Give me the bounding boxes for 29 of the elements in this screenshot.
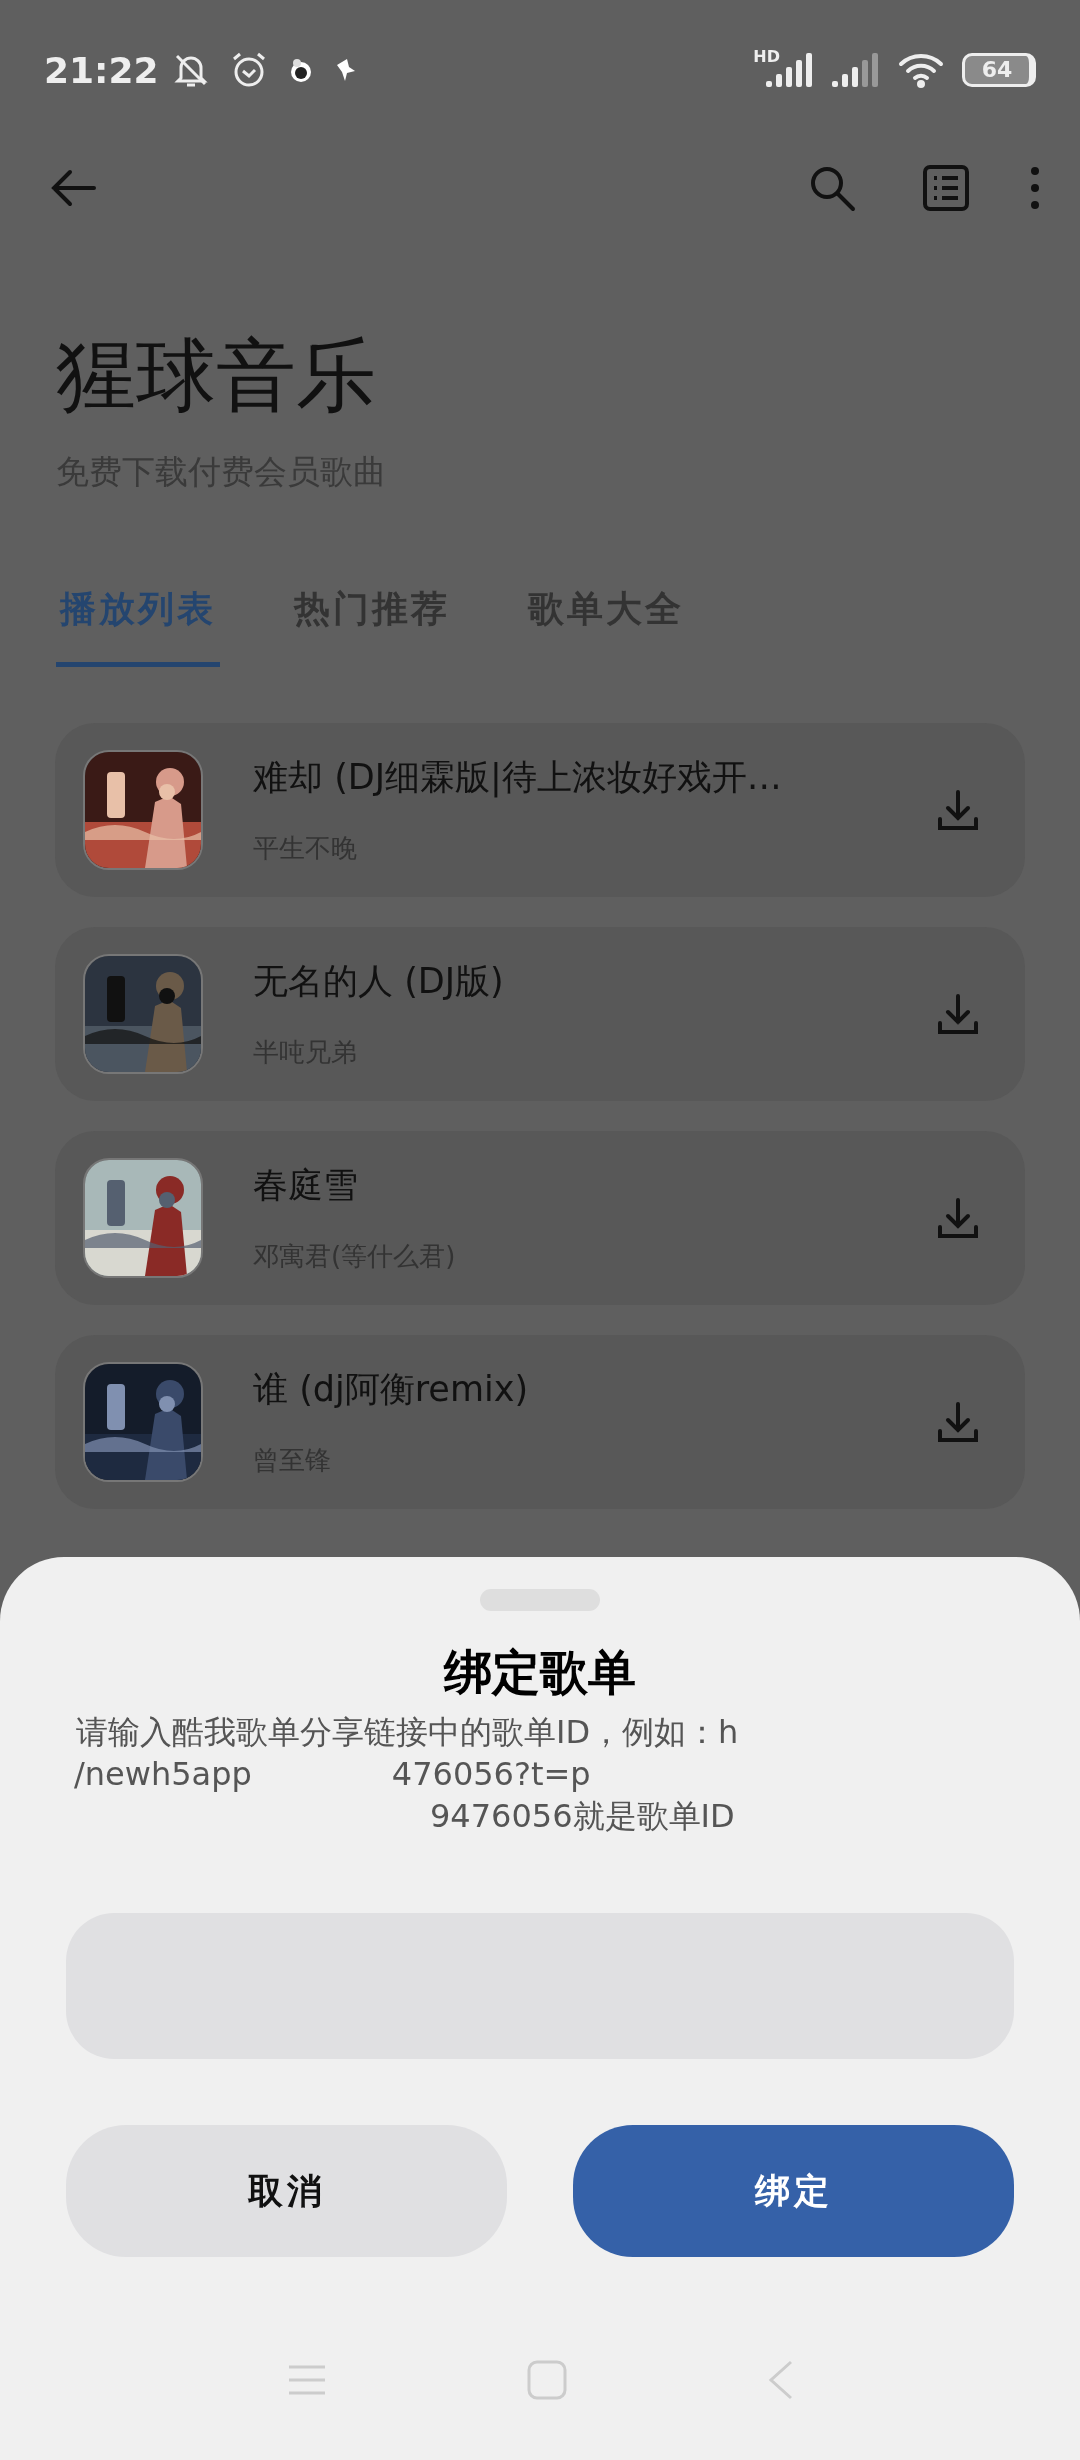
cancel-button[interactable]: 取消 [66,2125,507,2257]
search-icon[interactable] [808,164,856,212]
instruction-text: 请输入酷我歌单分享链接中的歌单ID，例如：h [76,1712,739,1753]
song-title: 春庭雪 [253,1164,359,1207]
wifi-icon [898,52,944,88]
tab[interactable]: 播放列表 [56,573,220,667]
song-title: 难却 (DJ细霖版|待上浓妆好戏开… [253,756,783,800]
menu-icon[interactable] [287,2364,327,2396]
dialog-title: 绑定歌单 [442,1643,637,1702]
instruction-text: 9476056就是歌单ID [430,1796,735,1837]
bind-button[interactable]: 绑定 [573,2125,1014,2257]
song-title: 无名的人 (DJ版) [253,960,505,1003]
download-icon[interactable] [937,789,979,831]
download-icon[interactable] [937,1197,979,1239]
home-icon[interactable] [527,2360,567,2400]
more-icon[interactable] [1030,166,1040,210]
song-title: 谁 (dj阿衡remix) [253,1368,530,1411]
signal-icon [832,53,880,87]
app-title: 猩球音乐 [56,328,377,424]
download-icon[interactable] [937,993,979,1035]
battery-level: 64 [962,53,1036,87]
download-icon[interactable] [937,1401,979,1443]
clock-time: 21:22 [44,49,159,91]
instruction-text: /newh5app [74,1754,252,1795]
back-icon[interactable] [50,168,96,208]
instruction-text: 476056?t=p [391,1754,591,1795]
list-icon[interactable] [922,164,970,212]
back-icon[interactable] [767,2360,793,2400]
network-type-label: HD [753,46,780,66]
